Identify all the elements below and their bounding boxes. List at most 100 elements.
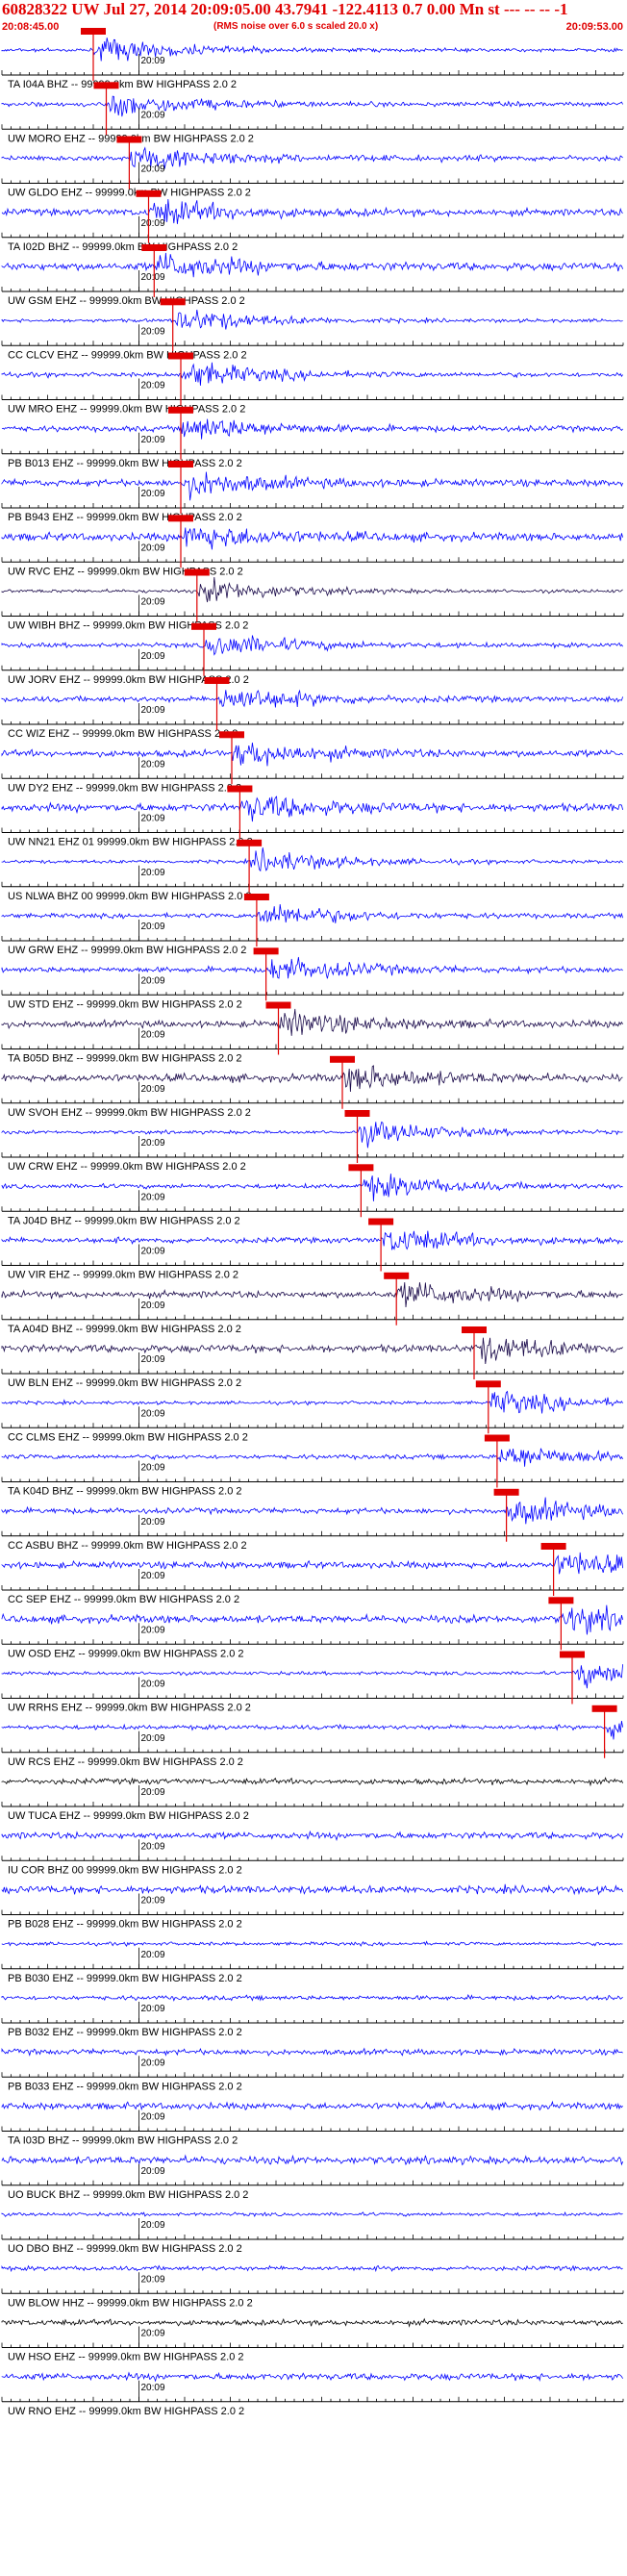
trace-line [1,956,623,979]
station-label: UW TUCA EHZ -- 99999.0km BW HIGHPASS 2.0… [8,1810,249,1822]
trace-line [1,1065,623,1093]
pick-marker [168,406,193,414]
station-label: UW DY2 EHZ -- 99999.0km BW HIGHPASS 2.0 … [8,782,241,794]
trace-line [1,1940,623,1948]
time-tick-label: 20:09 [141,218,165,229]
station-label: UO DBO BHZ -- 99999.0km BW HIGHPASS 2.0 … [8,2243,242,2255]
time-tick-label: 20:09 [141,1138,165,1149]
trace-line [1,742,623,767]
time-tick-label: 20:09 [141,975,165,986]
pick-marker [368,1218,394,1225]
seismogram-plot: 20:09 TA I04A BHZ -- 99999.0km BW HIGHPAS… [1,28,624,2417]
trace-line [1,527,623,550]
station-label: UW HSO EHZ -- 99999.0km BW HIGHPASS 2.0 … [8,2352,244,2363]
trace-line [1,146,623,169]
station-label: CC ASBU BHZ -- 99999.0km BW HIGHPASS 2.0… [8,1540,247,1552]
pick-marker [141,244,167,251]
pick-marker [591,1705,617,1712]
trace-line [1,1174,623,1201]
pick-marker [540,1543,566,1550]
time-tick-label: 20:09 [141,1625,165,1635]
time-tick-label: 20:09 [141,597,165,608]
trace-line [1,2211,623,2217]
time-tick-label: 20:09 [141,1463,165,1474]
trace-line [1,576,623,603]
time-tick-label: 20:09 [141,2058,165,2068]
trace-line [1,1448,623,1467]
pick-marker [237,839,263,846]
station-label: UW CRW EHZ -- 99999.0km BW HIGHPASS 2.0 … [8,1161,246,1173]
station-label: UW RRHS EHZ -- 99999.0km BW HIGHPASS 2.0… [8,1703,251,1714]
station-label: PB B013 EHZ -- 99999.0km BW HIGHPASS 2.0… [8,458,242,469]
time-tick-label: 20:09 [141,2112,165,2123]
time-tick-label: 20:09 [141,1192,165,1202]
pick-marker [168,352,193,360]
trace-line [1,796,623,822]
station-label: TA K04D BHZ -- 99999.0km BW HIGHPASS 2.0… [8,1486,242,1498]
trace-line [1,1497,623,1525]
trace-line [1,418,623,440]
station-label: IU COR BHZ 00 99999.0km BW HIGHPASS 2.0 … [8,1864,242,1876]
pick-marker [548,1597,574,1604]
trace-line [1,309,623,330]
pick-marker [462,1326,487,1333]
time-tick-label: 20:09 [141,1841,165,1852]
trace-line [1,2047,623,2057]
trace-line [1,1664,623,1689]
time-tick-label: 20:09 [141,381,165,391]
pick-marker [191,622,216,630]
station-label: TA J04D BHZ -- 99999.0km BW HIGHPASS 2.0… [8,1215,240,1226]
time-tick-label: 20:09 [141,1679,165,1690]
time-tick-label: 20:09 [141,272,165,283]
pick-marker [168,461,193,467]
station-label: UW GSM EHZ -- 99999.0km BW HIGHPASS 2.0 … [8,295,245,307]
trace-line [1,1552,623,1575]
time-tick-label: 20:09 [141,1517,165,1528]
station-label: TA I04A BHZ -- 99999.0km BW HIGHPASS 2.0… [8,79,237,90]
time-tick-label: 20:09 [141,1301,165,1311]
pick-marker [136,189,162,197]
trace-line [1,1604,623,1635]
time-tick-label: 20:09 [141,922,165,932]
time-tick-label: 20:09 [141,1950,165,1960]
pick-marker [330,1055,355,1063]
pick-marker [93,82,119,89]
time-tick-label: 20:09 [141,435,165,445]
trace-line [1,1777,623,1787]
time-tick-label: 20:09 [141,1408,165,1419]
trace-line [1,1390,623,1414]
pick-marker [219,731,244,739]
time-tick-label: 20:09 [141,2166,165,2177]
time-tick-label: 20:09 [141,2220,165,2231]
pick-marker [116,136,142,143]
trace-line [1,1008,623,1036]
station-label: CC WIZ EHZ -- 99999.0km BW HIGHPASS 2.0 … [8,728,238,740]
time-tick-label: 20:09 [141,110,165,120]
time-tick-label: 20:09 [141,1354,165,1365]
trace-line [1,2371,623,2383]
station-label: UW OSD EHZ -- 99999.0km BW HIGHPASS 2.0 … [8,1648,244,1659]
trace-line [1,38,623,62]
station-label: UW SVOH EHZ -- 99999.0km BW HIGHPASS 2.0… [8,1107,251,1119]
time-tick-label: 20:09 [141,1571,165,1581]
trace-line [1,1830,623,1842]
trace-line [1,635,623,656]
pick-marker [253,947,279,955]
station-label: TA A04D BHZ -- 99999.0km BW HIGHPASS 2.0… [8,1324,241,1335]
time-tick-label: 20:09 [141,814,165,824]
time-tick-label: 20:09 [141,1247,165,1257]
trace-line [1,2100,623,2111]
time-tick-label: 20:09 [141,2004,165,2014]
trace-line [1,1230,623,1250]
time-tick-label: 20:09 [141,1787,165,1798]
time-tick-label: 20:09 [141,2274,165,2285]
station-label: PB B030 EHZ -- 99999.0km BW HIGHPASS 2.0… [8,1973,242,1984]
station-label: CC SEP EHZ -- 99999.0km BW HIGHPASS 2.0 … [8,1594,239,1605]
station-label: UW VIR EHZ -- 99999.0km BW HIGHPASS 2.0 … [8,1270,238,1281]
station-label: UO BUCK BHZ -- 99999.0km BW HIGHPASS 2.0… [8,2189,248,2201]
station-label: UW NN21 EHZ 01 99999.0km BW HIGHPASS 2.0… [8,837,253,848]
station-label: PB B943 EHZ -- 99999.0km BW HIGHPASS 2.0… [8,512,242,523]
time-tick-label: 20:09 [141,1733,165,1744]
station-label: UW RCS EHZ -- 99999.0km BW HIGHPASS 2.0 … [8,1756,243,1768]
station-label: TA I02D BHZ -- 99999.0km BW HIGHPASS 2.0… [8,241,238,253]
